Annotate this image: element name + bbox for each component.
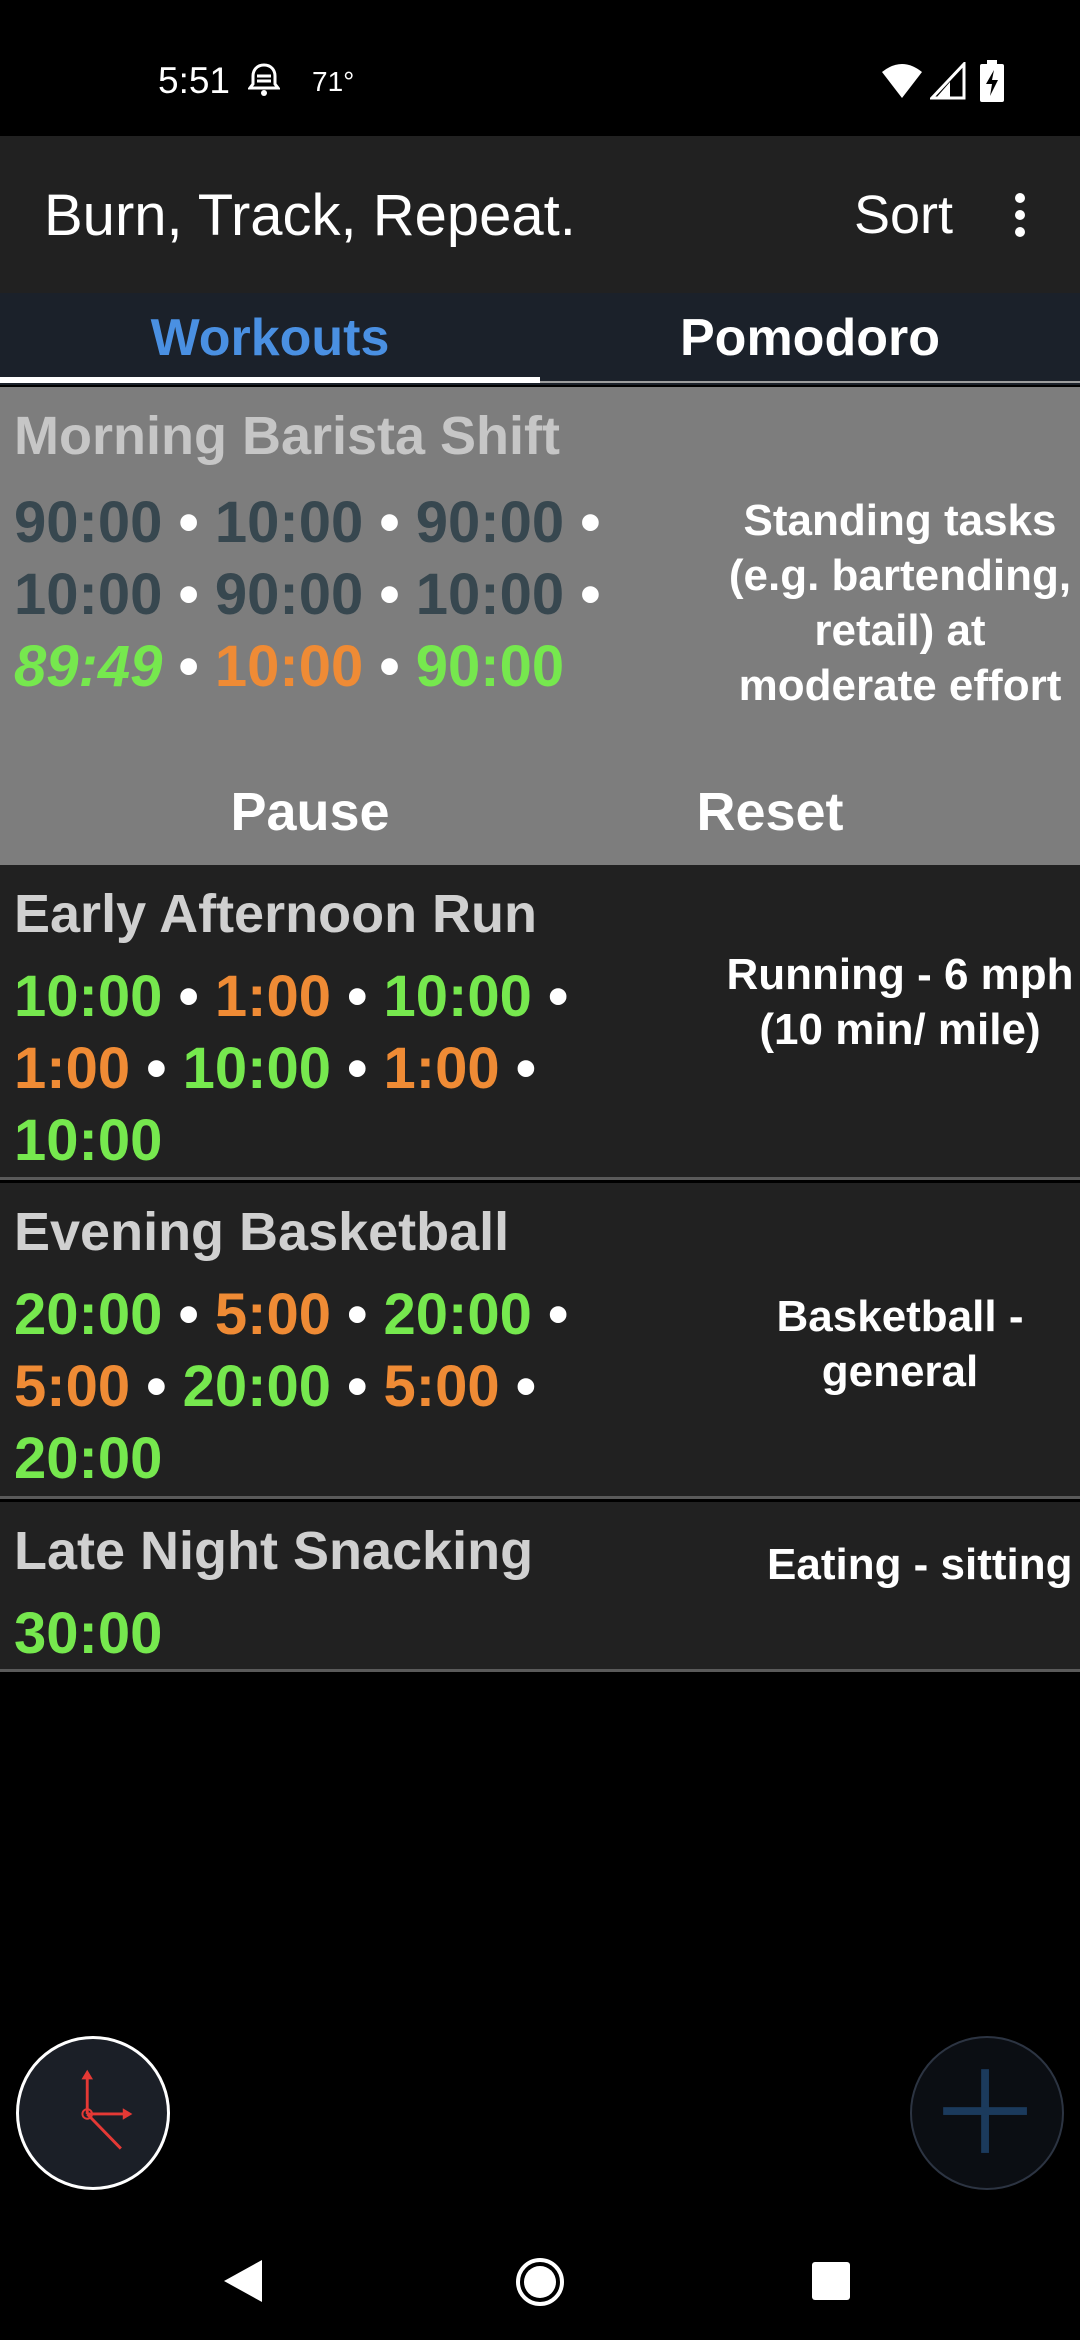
workout-card-evening-basketball[interactable]: Evening Basketball 20:00 • 5:00 • 20:00 … [0,1183,1080,1499]
workout-title: Morning Barista Shift [14,406,561,466]
interval-time: 10:00 [383,964,532,1029]
interval-separator: • [162,490,215,555]
interval-time: 90:00 [415,634,565,699]
interval-time: 1:00 [214,964,331,1029]
status-bar: 5:51 71° [0,0,1080,136]
interval-time: 90:00 [214,562,364,627]
workout-description: Standing tasks (e.g. bartending, retail)… [728,496,1072,710]
interval-time: 10:00 [214,634,364,699]
interval-separator: • [564,562,601,627]
workout-title: Late Night Snacking [14,1521,534,1581]
interval-separator: • [531,964,569,1029]
interval-separator: • [363,490,416,555]
add-icon [943,2069,1027,2153]
interval-time: 10:00 [14,964,163,1029]
interval-time: 5:00 [383,1354,500,1419]
interval-time: 1:00 [383,1036,500,1101]
clock-icon [81,2069,133,2150]
signal-icon [930,62,966,100]
interval-time: 20:00 [14,1426,163,1491]
interval-separator: • [363,634,416,699]
interval-time: 10:00 [415,562,565,627]
status-time: 5:51 [158,60,231,101]
interval-separator: • [330,1036,384,1101]
interval-time: 5:00 [214,1282,331,1347]
workout-description: Basketball - general [776,1292,1024,1396]
workout-title: Evening Basketball [14,1202,510,1262]
workout-card-morning-barista-shift[interactable]: Morning Barista Shift 90:00 • 10:00 • 90… [0,387,1080,865]
interval-list: 20:00 • 5:00 • 20:00 • 5:00 • 20:00 • 5:… [14,1279,654,1495]
interval-separator: • [531,1282,569,1347]
interval-list: 10:00 • 1:00 • 10:00 • 1:00 • 10:00 • 1:… [14,961,654,1177]
tab-divider [540,381,1080,383]
interval-separator: • [162,634,215,699]
workout-card-late-night-snacking[interactable]: Late Night Snacking 30:00 Eating - sitti… [0,1502,1080,1672]
interval-time: 10:00 [14,562,163,627]
interval-separator: • [162,964,215,1029]
clock-button[interactable] [16,2036,170,2190]
overflow-menu-icon[interactable] [1000,190,1040,240]
interval-list: 90:00 • 10:00 • 90:00 • 10:00 • 90:00 • … [14,487,654,703]
tab-bar: Workouts Pomodoro [0,293,1080,385]
interval-time: 10:00 [14,1108,163,1173]
active-interval-time: 89:49 [14,634,163,699]
interval-time: 20:00 [14,1282,163,1347]
add-workout-button[interactable] [910,2036,1064,2190]
app-bar: Burn, Track, Repeat. Sort [0,136,1080,293]
interval-time: 90:00 [14,490,163,555]
interval-time: 30:00 [14,1601,163,1666]
interval-separator: • [564,490,601,555]
interval-time: 90:00 [415,490,565,555]
notification-icon [248,63,280,96]
interval-separator: • [499,1036,537,1101]
system-nav-bar [0,2214,1080,2340]
tab-indicator [0,377,540,383]
back-icon[interactable] [222,2258,264,2304]
interval-time: 5:00 [14,1354,131,1419]
interval-time: 10:00 [182,1036,331,1101]
battery-charging-icon [980,60,1004,102]
interval-separator: • [330,1354,384,1419]
interval-separator: • [330,964,384,1029]
interval-separator: • [330,1282,384,1347]
interval-separator: • [130,1036,183,1101]
reset-button[interactable]: Reset [640,777,900,847]
interval-list: 30:00 [14,1598,654,1670]
pause-button[interactable]: Pause [180,777,440,847]
workout-description: Eating - sitting [767,1540,1073,1589]
home-icon[interactable] [514,2256,566,2308]
sort-button[interactable]: Sort [854,184,953,246]
interval-separator: • [363,562,416,627]
interval-separator: • [162,562,215,627]
workout-description: Running - 6 mph (10 min/ mile) [726,950,1074,1054]
tab-pomodoro[interactable]: Pomodoro [540,293,1080,385]
interval-separator: • [130,1354,183,1419]
app-title: Burn, Track, Repeat. [44,183,576,248]
interval-time: 1:00 [14,1036,131,1101]
workout-card-early-afternoon-run[interactable]: Early Afternoon Run 10:00 • 1:00 • 10:00… [0,865,1080,1180]
status-temperature: 71° [312,66,355,97]
interval-separator: • [499,1354,537,1419]
interval-time: 10:00 [214,490,364,555]
wifi-icon [882,64,922,98]
interval-time: 20:00 [182,1354,331,1419]
interval-time: 20:00 [383,1282,532,1347]
recents-icon[interactable] [810,2260,852,2302]
tab-workouts[interactable]: Workouts [0,293,540,385]
interval-separator: • [162,1282,215,1347]
workout-title: Early Afternoon Run [14,884,538,944]
